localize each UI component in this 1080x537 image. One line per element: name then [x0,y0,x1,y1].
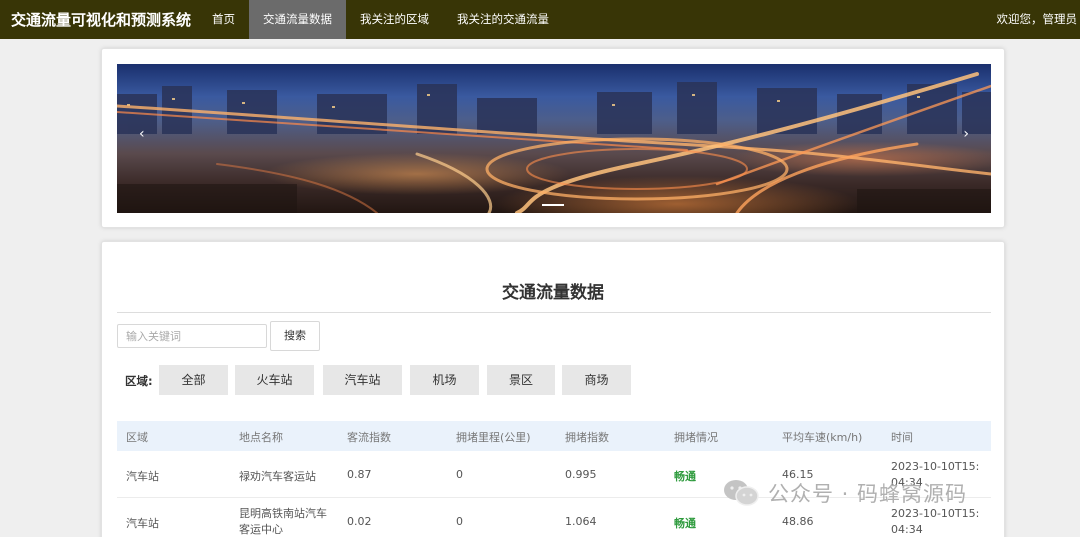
filter-scenic-area-button[interactable]: 景区 [487,365,555,395]
title-divider [117,312,991,313]
column-header: 拥堵情况 [674,431,718,444]
carousel-next-icon[interactable]: › [963,126,969,142]
nav-followed-traffic[interactable]: 我关注的交通流量 [443,0,563,39]
carousel-prev-icon[interactable]: ‹ [139,126,145,142]
search-button[interactable]: 搜索 [270,321,320,351]
filter-mall-button[interactable]: 商场 [562,365,631,395]
cell-congestion-km: 0 [456,468,463,481]
cell-congestion-index: 1.064 [565,515,597,528]
filter-bus-station-button[interactable]: 汽车站 [323,365,402,395]
cell-location: 昆明高铁南站汽车客运中心 [239,507,327,536]
filter-train-station-button[interactable]: 火车站 [235,365,314,395]
cell-passenger-index: 0.02 [347,515,372,528]
column-header: 拥堵指数 [565,431,609,444]
search-input[interactable] [117,324,267,348]
cell-congestion-index: 0.995 [565,468,597,481]
cell-location: 禄劝汽车客运站 [239,470,316,483]
region-filter-label: 区域: [125,374,153,388]
top-navbar: 交通流量可视化和预测系统 首页 交通流量数据 我关注的区域 我关注的交通流量 欢… [0,0,1080,39]
filter-airport-button[interactable]: 机场 [410,365,479,395]
cell-passenger-index: 0.87 [347,468,372,481]
watermark-text: 公众号 · 码蜂窝源码 [768,482,968,506]
filter-all-button[interactable]: 全部 [159,365,228,395]
table-header: 区域 地点名称 客流指数 拥堵里程(公里) 拥堵指数 拥堵情况 平均车速(km/… [117,421,991,451]
column-header: 拥堵里程(公里) [456,431,531,444]
city-interchange-illustration [117,72,991,213]
carousel-image: ‹ › [117,64,991,213]
nav-followed-regions[interactable]: 我关注的区域 [346,0,443,39]
cell-time: 2023-10-10T15:04:34 [891,507,980,536]
cell-congestion-km: 0 [456,515,463,528]
carousel-indicator[interactable] [542,204,564,206]
nav-home[interactable]: 首页 [200,0,249,39]
banner-panel: ‹ › [101,48,1005,228]
column-header: 地点名称 [239,431,283,444]
welcome-user[interactable]: 欢迎您，管理员 [997,0,1078,39]
app-title[interactable]: 交通流量可视化和预测系统 [0,9,200,30]
column-header: 区域 [126,431,148,444]
column-header: 时间 [891,431,913,444]
cell-congestion-status: 畅通 [674,517,696,530]
wechat-icon [722,478,760,508]
cell-avg-speed: 48.86 [782,515,814,528]
nav-traffic-data[interactable]: 交通流量数据 [249,0,346,39]
cell-region: 汽车站 [126,470,159,483]
column-header: 客流指数 [347,431,391,444]
cell-region: 汽车站 [126,517,159,530]
page-title: 交通流量数据 [502,283,604,303]
column-header: 平均车速(km/h) [782,431,863,444]
watermark: 公众号 · 码蜂窝源码 [722,478,967,508]
cell-congestion-status: 畅通 [674,470,696,483]
